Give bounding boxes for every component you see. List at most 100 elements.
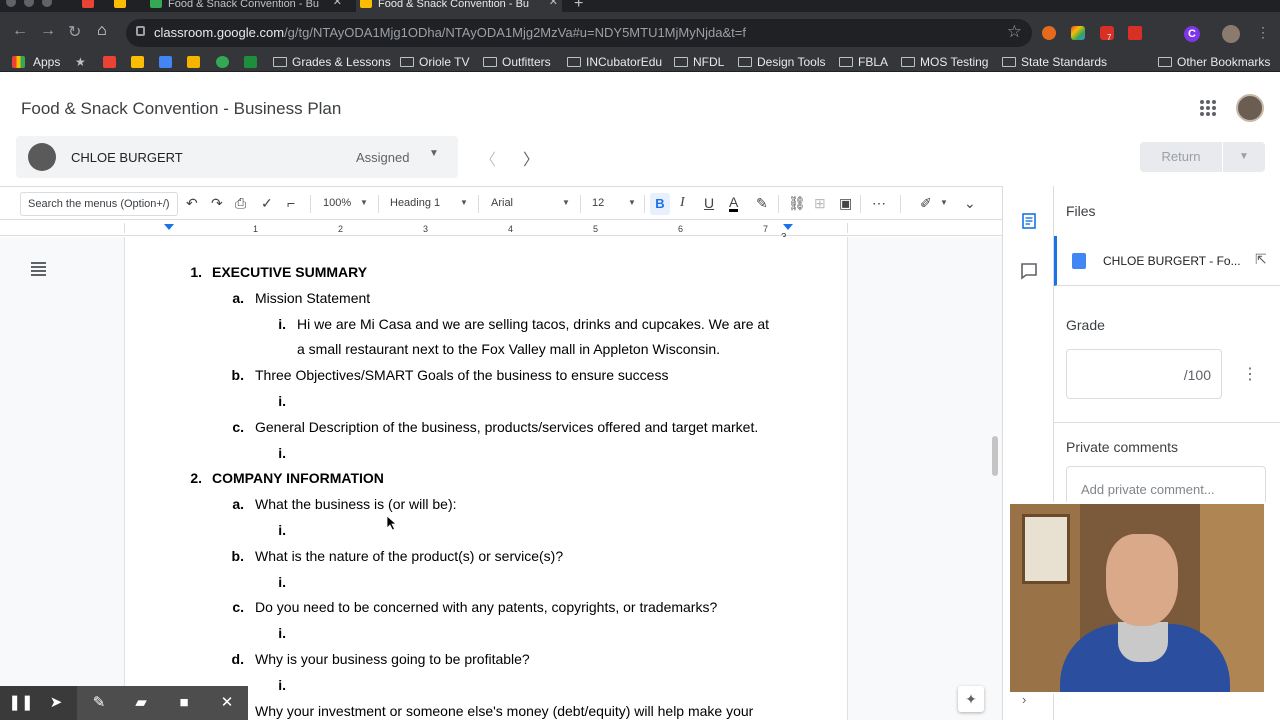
bookmark-other-bookmarks[interactable]: Other Bookmarks (1158, 55, 1270, 69)
bookmark-grades-lessons[interactable]: Grades & Lessons (273, 55, 391, 69)
doc-line[interactable]: General Description of the business, pro… (255, 419, 758, 435)
bookmark-state-standards[interactable]: State Standards (1002, 55, 1107, 69)
doc-line[interactable]: Why your investment or someone else's mo… (255, 703, 753, 719)
student-selector[interactable]: CHLOE BURGERT Assigned ▼ (16, 136, 458, 178)
forward-icon[interactable]: → (40, 22, 56, 40)
window-controls[interactable] (6, 0, 52, 7)
gmail-tab-icon[interactable] (82, 0, 94, 8)
bookmark-design-tools[interactable]: Design Tools (738, 55, 825, 69)
doc-line[interactable]: What the business is (or will be): (255, 496, 457, 512)
bold-button[interactable]: B (650, 193, 670, 215)
next-student-icon[interactable]: 〉 (523, 146, 539, 170)
bookmark-star-icon[interactable]: ☆ (1007, 22, 1022, 42)
chevron-down-icon[interactable]: ▼ (360, 198, 368, 207)
ruler-track[interactable]: 1 2 3 4 5 6 7 3 (124, 223, 848, 243)
home-icon[interactable]: ⌂ (97, 22, 107, 40)
previous-student-icon[interactable]: 〈 (480, 146, 496, 170)
text-color-button[interactable]: A (729, 195, 739, 212)
close-recorder-icon[interactable]: ✕ (206, 686, 248, 720)
italic-button[interactable]: I (680, 195, 685, 211)
back-icon[interactable]: ← (12, 22, 28, 40)
editing-mode-icon[interactable]: ✐ (920, 195, 932, 212)
extension-3-icon[interactable]: 7 (1100, 26, 1114, 42)
url-text[interactable]: classroom.google.com/g/tg/NTAyODA1Mjg1OD… (154, 25, 746, 40)
calendar-bookmark-icon[interactable] (159, 56, 172, 68)
doc-line[interactable]: Hi we are Mi Casa and we are selling tac… (297, 316, 769, 332)
style-select[interactable]: Heading 1 (390, 197, 440, 209)
file-name[interactable]: CHLOE BURGERT - Fo... (1103, 254, 1241, 268)
chevron-down-icon[interactable]: ▼ (628, 198, 636, 207)
chevron-down-icon[interactable]: ▼ (429, 148, 439, 159)
bookmark-mos-testing[interactable]: MOS Testing (901, 55, 988, 69)
heading-company-information[interactable]: COMPANY INFORMATION (212, 470, 384, 486)
pointer-icon[interactable]: ➤ (35, 686, 77, 720)
font-size-select[interactable]: 12 (592, 197, 604, 209)
heading-executive-summary[interactable]: EXECUTIVE SUMMARY (212, 264, 367, 280)
browser-profile-avatar[interactable] (1222, 25, 1240, 43)
bookmark-incubatoredu[interactable]: INCubatorEdu (567, 55, 662, 69)
doc-line[interactable]: What is the nature of the product(s) or … (255, 548, 563, 564)
extension-2-icon[interactable] (1071, 26, 1085, 40)
webcam-overlay[interactable] (1008, 502, 1266, 694)
star-icon[interactable]: ★ (75, 55, 86, 69)
grade-more-icon[interactable]: ⋮ (1242, 364, 1258, 384)
comments-panel-icon[interactable] (1020, 262, 1038, 280)
grade-input[interactable]: /100 (1066, 349, 1222, 399)
doc-line[interactable]: Mission Statement (255, 290, 370, 306)
chevron-down-icon[interactable]: ▼ (562, 198, 570, 207)
bookmark-outfitters[interactable]: Outfitters (483, 55, 551, 69)
keep-bookmark-icon[interactable] (187, 56, 200, 68)
camera-icon[interactable]: ■ (163, 686, 205, 720)
browser-tab-2[interactable]: Food & Snack Convention - Bu ✕ (356, 0, 562, 12)
chevron-down-icon[interactable]: ▼ (940, 198, 948, 207)
undo-icon[interactable]: ↶ (186, 195, 198, 212)
sheets-bookmark-icon[interactable] (244, 56, 257, 68)
highlight-icon[interactable]: ✎ (756, 195, 768, 212)
chevron-down-icon[interactable]: ▼ (460, 198, 468, 207)
classroom-bookmark-icon[interactable] (216, 56, 229, 68)
more-icon[interactable]: ⋯ (872, 195, 886, 212)
file-card[interactable]: CHLOE BURGERT - Fo... ⇱ (1054, 236, 1280, 286)
browser-tab-1[interactable]: Food & Snack Convention - Bu ✕ (146, 0, 346, 12)
spellcheck-icon[interactable]: ✓ (261, 195, 273, 212)
doc-line[interactable]: Three Objectives/SMART Goals of the busi… (255, 367, 668, 383)
bookmark-apps[interactable]: Apps (33, 55, 60, 69)
chevron-right-icon[interactable]: › (1022, 692, 1026, 707)
files-panel-icon[interactable] (1020, 212, 1038, 230)
extension-4-icon[interactable] (1128, 26, 1142, 40)
open-in-new-icon[interactable]: ⇱ (1255, 251, 1267, 268)
reload-icon[interactable]: ↻ (68, 22, 81, 42)
account-avatar[interactable] (1236, 94, 1264, 122)
doc-line[interactable]: a small restaurant next to the Fox Valle… (297, 341, 720, 357)
return-options-chevron-icon[interactable]: ▼ (1223, 142, 1265, 172)
close-tab-icon[interactable]: ✕ (333, 0, 342, 8)
gmail-bookmark-icon[interactable] (103, 56, 116, 68)
bookmark-fbla[interactable]: FBLA (839, 55, 888, 69)
indent-marker-icon[interactable] (164, 224, 174, 230)
document-outline-icon[interactable] (31, 262, 46, 276)
return-button[interactable]: Return (1140, 142, 1222, 172)
address-bar[interactable]: classroom.google.com/g/tg/NTAyODA1Mjg1OD… (126, 19, 1032, 47)
bookmark-nfdl[interactable]: NFDL (674, 55, 724, 69)
doc-line[interactable]: Why is your business going to be profita… (255, 651, 530, 667)
extension-1-icon[interactable] (1042, 26, 1056, 40)
underline-button[interactable]: U (704, 195, 714, 211)
bookmark-oriole-tv[interactable]: Oriole TV (400, 55, 469, 69)
google-apps-icon[interactable] (1200, 100, 1216, 116)
zoom-select[interactable]: 100% (323, 197, 351, 209)
doc-line[interactable]: Do you need to be concerned with any pat… (255, 599, 717, 615)
redo-icon[interactable]: ↷ (211, 195, 223, 212)
document-scrollbar[interactable] (992, 436, 998, 476)
paint-format-icon[interactable]: ⌐ (287, 195, 295, 211)
browser-menu-icon[interactable]: ⋮ (1256, 24, 1270, 41)
pen-icon[interactable]: ✎ (78, 686, 120, 720)
font-select[interactable]: Arial (491, 197, 513, 209)
image-icon[interactable]: ▣ (839, 195, 852, 212)
comment-add-icon[interactable]: ⊞ (814, 195, 826, 212)
explore-icon[interactable]: ✦ (958, 686, 984, 712)
link-icon[interactable]: ⛓ (788, 195, 806, 212)
close-tab-icon[interactable]: ✕ (549, 0, 558, 8)
print-icon[interactable]: ⎙ (235, 195, 246, 212)
drive-bookmark-icon[interactable] (131, 56, 144, 68)
highlighter-icon[interactable]: ▰ (120, 686, 162, 720)
